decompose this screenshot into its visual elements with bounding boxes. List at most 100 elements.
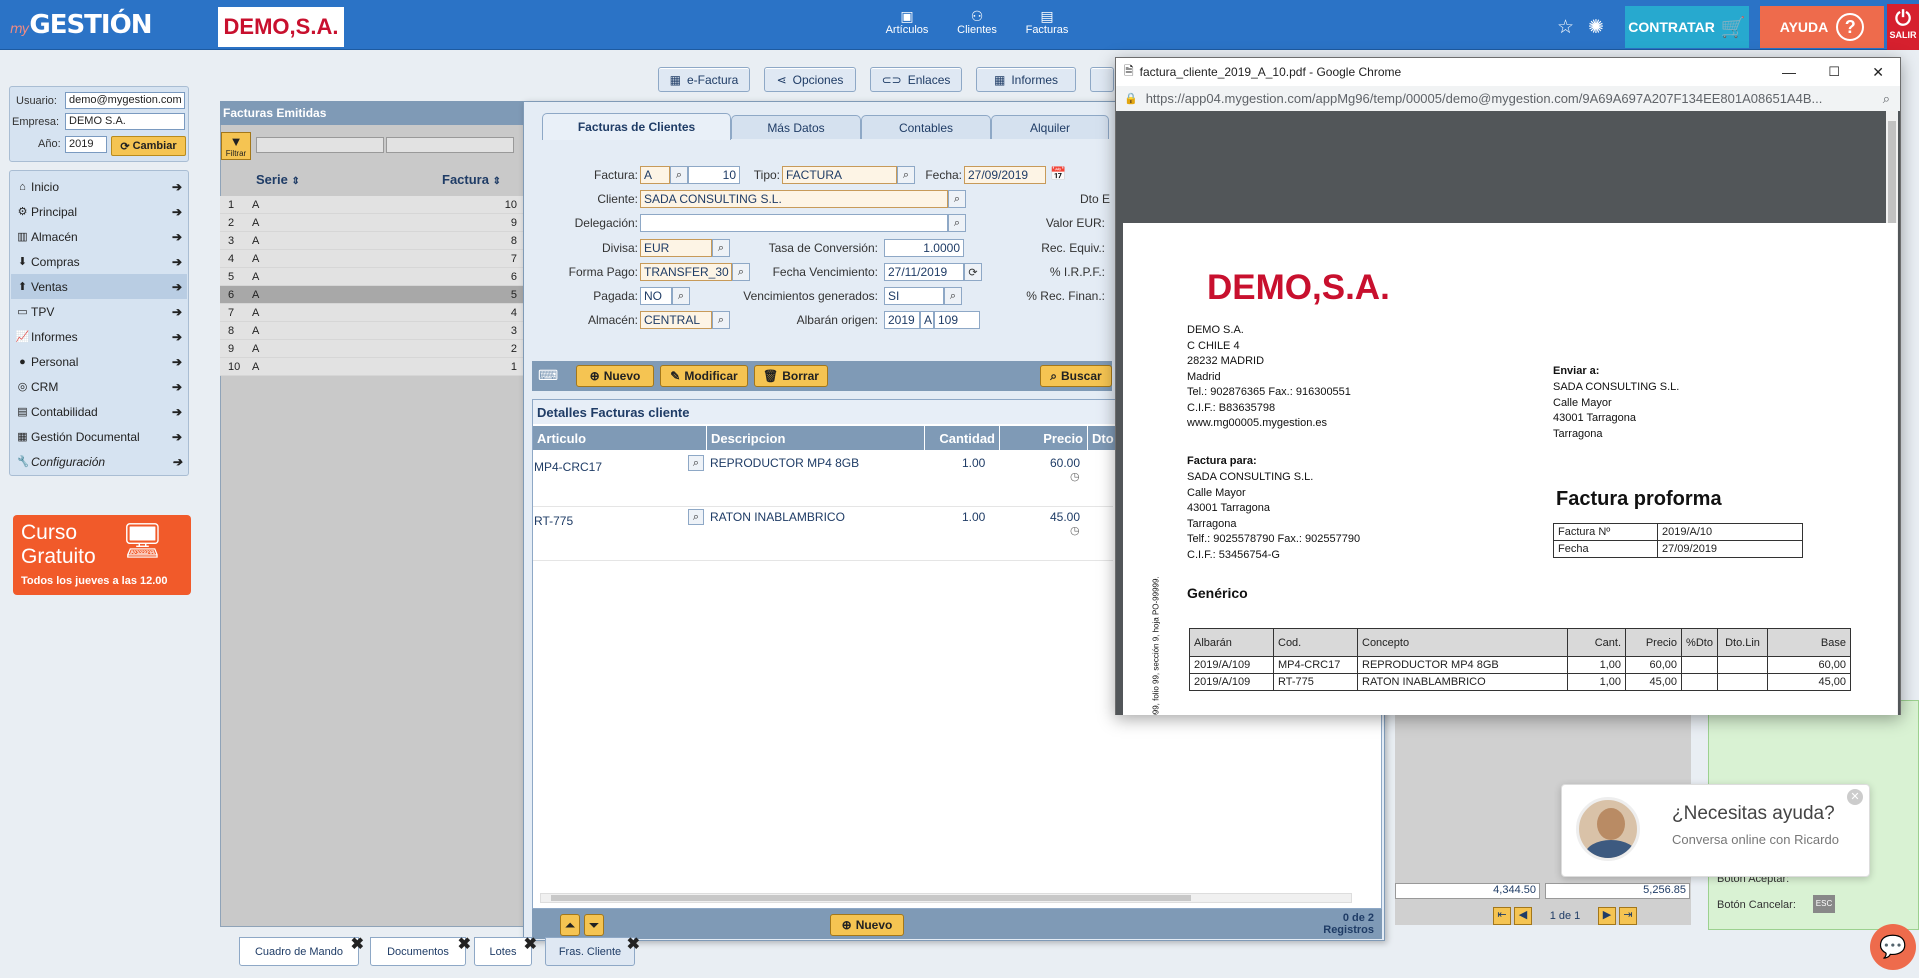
nuevo-button[interactable]: ⊕ Nuevo <box>576 365 654 387</box>
detail-nuevo-button[interactable]: ⊕ Nuevo <box>830 914 904 936</box>
usuario-field[interactable]: demo@mygestion.com <box>65 92 185 109</box>
menu-item-gestion-documental[interactable]: ▦ Gestión Documental ➔ <box>11 424 187 449</box>
list-row-selected[interactable]: 6A5 <box>220 286 525 304</box>
list-row[interactable]: 1 A 10 <box>220 196 525 214</box>
pagada-field[interactable]: NO <box>640 287 672 305</box>
efactura-button[interactable]: ▦ e-Factura <box>658 67 750 92</box>
cambiar-button[interactable]: ⟳ Cambiar <box>111 136 186 156</box>
curso-banner[interactable]: Curso Gratuito Todos los jueves a las 12… <box>13 515 191 595</box>
last-page-icon[interactable]: ⇥ <box>1619 907 1637 925</box>
ayuda-button[interactable]: AYUDA? <box>1760 6 1884 48</box>
tab-facturas-clientes[interactable]: Facturas de Clientes <box>542 113 731 140</box>
list-row[interactable]: 2A9 <box>220 214 525 232</box>
detail-articulo[interactable]: MP4-CRC17 <box>534 460 602 474</box>
anio-field[interactable]: 2019 <box>65 136 107 153</box>
bottom-tab-documentos[interactable]: Documentos ✖ <box>370 936 471 966</box>
collapse-up-icon[interactable]: ⏶ <box>560 914 580 936</box>
lookup-icon[interactable]: ⌕ <box>897 166 915 184</box>
lookup-icon[interactable]: ⌕ <box>732 263 750 281</box>
close-icon[interactable]: ✖ <box>627 934 640 954</box>
almacen-field[interactable]: CENTRAL <box>640 311 712 329</box>
menu-item-personal[interactable]: ● Personal ➔ <box>11 349 187 374</box>
menu-item-compras[interactable]: ⬇ Compras ➔ <box>11 249 187 274</box>
first-page-icon[interactable]: ⇤ <box>1493 907 1511 925</box>
maximize-icon[interactable]: ☐ <box>1828 64 1840 80</box>
star-icon[interactable]: ☆ <box>1557 16 1574 39</box>
refresh-icon[interactable]: ⟳ <box>964 263 982 281</box>
prev-page-icon[interactable]: ◀ <box>1514 907 1532 925</box>
lookup-icon[interactable]: ⌕ <box>948 214 966 232</box>
detail-precio[interactable]: 60.00 <box>1050 456 1080 470</box>
list-row[interactable]: 10 A 1 <box>220 358 525 376</box>
list-row[interactable]: 7A4 <box>220 304 525 322</box>
lookup-icon[interactable]: ⌕ <box>712 311 730 329</box>
bottom-tab-lotes[interactable]: Lotes ✖ <box>474 936 537 966</box>
tab-alquiler[interactable]: Alquiler <box>991 115 1109 139</box>
lookup-icon[interactable]: ⌕ <box>670 166 688 184</box>
next-page-icon[interactable]: ▶ <box>1598 907 1616 925</box>
salir-button[interactable]: ⏻ SALIR <box>1887 4 1919 50</box>
col-articulo[interactable]: Articulo <box>533 426 707 450</box>
borrar-button[interactable]: 🗑 Borrar <box>754 365 828 387</box>
bottom-tab-cuadro[interactable]: Cuadro de Mando ✖ <box>239 936 364 966</box>
vencgen-field[interactable]: SI <box>884 287 944 305</box>
palette-icon[interactable]: ✺ <box>1588 16 1604 39</box>
cliente-field[interactable]: SADA CONSULTING S.L. <box>640 190 948 208</box>
fecha-field[interactable]: 27/09/2019 <box>964 166 1046 184</box>
opciones-button[interactable]: ⋖ Opciones <box>764 67 856 92</box>
col-precio[interactable]: Precio <box>1000 426 1088 450</box>
factura-serie-field[interactable]: A <box>640 166 670 184</box>
buscar-button[interactable]: ⌕ Buscar <box>1040 365 1112 387</box>
factura-num-field[interactable]: 10 <box>688 166 740 184</box>
keyboard-icon[interactable]: ⌨ <box>538 367 558 384</box>
detail-precio[interactable]: 45.00 <box>1050 510 1080 524</box>
modificar-button[interactable]: ✎ Modificar <box>660 365 748 387</box>
col-dto[interactable]: Dto <box>1088 426 1118 450</box>
nav-articulos[interactable]: ▣ Artículos <box>877 8 937 36</box>
detail-descripcion[interactable]: REPRODUCTOR MP4 8GB <box>710 456 859 470</box>
zoom-icon[interactable]: ⌕ <box>1883 91 1890 107</box>
menu-item-principal[interactable]: ⚙ Principal ➔ <box>11 199 187 224</box>
clock-icon[interactable]: ◷ <box>1070 470 1080 483</box>
clock-icon[interactable]: ◷ <box>1070 524 1080 537</box>
menu-item-inicio[interactable]: ⌂ Inicio ➔ <box>11 174 187 199</box>
collapse-down-icon[interactable]: ⏷ <box>584 914 604 936</box>
list-row[interactable]: 4A7 <box>220 250 525 268</box>
col-descripcion[interactable]: Descripcion <box>707 426 925 450</box>
lookup-icon[interactable]: ⌕ <box>688 455 704 471</box>
menu-item-tpv[interactable]: ▭ TPV ➔ <box>11 299 187 324</box>
tab-contables[interactable]: Contables <box>861 115 991 139</box>
menu-item-configuracion[interactable]: 🔧 Configuración ➔ <box>11 449 187 474</box>
lookup-icon[interactable]: ⌕ <box>712 239 730 257</box>
list-row[interactable]: 5A6 <box>220 268 525 286</box>
app-logo[interactable]: myGESTIÓN <box>10 10 152 40</box>
tasa-field[interactable]: 1.0000 <box>884 239 964 257</box>
menu-item-crm[interactable]: ◎ CRM ➔ <box>11 374 187 399</box>
informes-button[interactable]: ▦ Informes <box>976 67 1076 92</box>
detail-cantidad[interactable]: 1.00 <box>962 456 985 470</box>
close-window-icon[interactable]: ✕ <box>1872 64 1884 81</box>
filter-button[interactable]: ▼ Filtrar <box>221 132 251 160</box>
detail-articulo[interactable]: RT-775 <box>534 514 573 528</box>
menu-item-ventas[interactable]: ⬆ Ventas ➔ <box>11 274 187 299</box>
detail-cantidad[interactable]: 1.00 <box>962 510 985 524</box>
empresa-field[interactable]: DEMO S.A. <box>65 113 185 130</box>
close-chat-icon[interactable]: ✕ <box>1847 789 1863 805</box>
albaran-anio-field[interactable]: 2019 <box>884 311 920 329</box>
close-icon[interactable]: ✖ <box>351 934 364 954</box>
close-icon[interactable]: ✖ <box>458 934 471 954</box>
menu-item-informes[interactable]: 📈 Informes ➔ <box>11 324 187 349</box>
menu-item-contabilidad[interactable]: ▤ Contabilidad ➔ <box>11 399 187 424</box>
chrome-url[interactable]: https://app04.mygestion.com/appMg96/temp… <box>1146 91 1886 106</box>
lookup-icon[interactable]: ⌕ <box>688 509 704 525</box>
chrome-addressbar[interactable]: 🔒 https://app04.mygestion.com/appMg96/te… <box>1116 86 1900 111</box>
lookup-icon[interactable]: ⌕ <box>944 287 962 305</box>
enlaces-button[interactable]: ⊂⊃ Enlaces <box>870 67 962 92</box>
filter-input-2[interactable] <box>386 137 514 153</box>
chat-open-icon[interactable]: 💬 <box>1870 924 1916 970</box>
col-serie[interactable]: Serie ⇕ <box>256 172 300 187</box>
formapago-field[interactable]: TRANSFER_30 <box>640 263 732 281</box>
list-row[interactable]: 3A8 <box>220 232 525 250</box>
col-cantidad[interactable]: Cantidad <box>925 426 1000 450</box>
filter-input-1[interactable] <box>256 137 384 153</box>
